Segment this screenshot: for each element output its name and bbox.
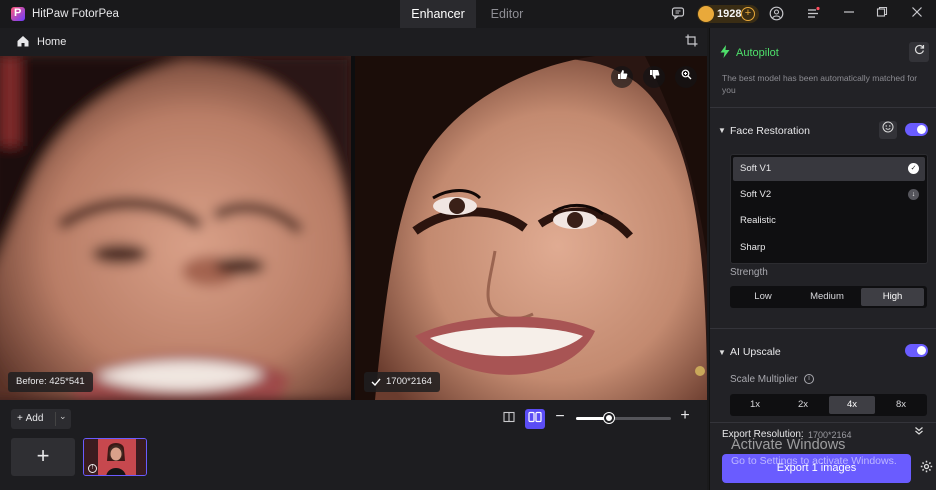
after-photo	[355, 56, 707, 400]
crop-icon[interactable]	[685, 34, 699, 48]
info-icon[interactable]: i	[804, 374, 814, 384]
model-option-sharp[interactable]: Sharp	[733, 236, 925, 260]
menu-icon[interactable]	[805, 6, 821, 22]
scale-selector: 1x 2x 4x 8x	[730, 394, 927, 416]
scale-option-4x[interactable]: 4x	[829, 396, 875, 414]
thumbs-up-icon[interactable]	[611, 66, 633, 88]
scale-option-8x[interactable]: 8x	[878, 396, 924, 414]
add-button-separator	[55, 412, 56, 426]
refresh-icon[interactable]	[909, 42, 929, 62]
check-icon	[371, 378, 381, 386]
split-view-icon[interactable]	[525, 409, 545, 429]
close-icon[interactable]	[909, 6, 925, 22]
download-icon[interactable]: ↓	[908, 189, 919, 200]
model-option-label: Sharp	[740, 242, 766, 253]
image-thumbnail[interactable]: !	[83, 438, 147, 476]
model-option-label: Soft V2	[740, 189, 772, 200]
coin-balance-badge[interactable]: 1928 +	[697, 5, 759, 23]
toolbar: Home	[0, 28, 707, 56]
add-coin-icon[interactable]: +	[741, 7, 755, 21]
app-logo-icon	[11, 7, 25, 21]
home-icon[interactable]	[16, 34, 30, 48]
activate-windows-watermark: Activate Windows Go to Settings to activ…	[731, 437, 936, 467]
chat-icon[interactable]	[670, 6, 686, 22]
minimize-icon[interactable]	[841, 6, 857, 22]
coin-icon	[698, 6, 714, 22]
info-icon[interactable]: !	[88, 464, 97, 473]
strength-label: Strength	[730, 267, 768, 278]
activate-windows-title: Activate Windows	[731, 437, 846, 453]
strength-selector: Low Medium High	[730, 286, 927, 308]
section-divider	[710, 328, 936, 329]
model-option-soft-v1[interactable]: Soft V1 ✓	[733, 157, 925, 181]
home-link[interactable]: Home	[37, 36, 66, 48]
restore-icon[interactable]	[874, 6, 890, 22]
strength-option-high[interactable]: High	[861, 288, 924, 306]
model-option-label: Realistic	[740, 215, 776, 226]
app-name: HitPaw FotorPea	[32, 8, 119, 20]
after-resolution-tag: 1700*2164	[364, 372, 440, 392]
face-restoration-toggle[interactable]	[905, 123, 928, 136]
model-option-label: Soft V1	[740, 163, 772, 174]
thumbs-down-icon[interactable]	[643, 66, 665, 88]
settings-panel: Autopilot The best model has been automa…	[709, 28, 936, 490]
face-model-list: Soft V1 ✓ Soft V2 ↓ Realistic Sharp	[730, 154, 928, 264]
after-resolution-label: 1700*2164	[386, 376, 432, 387]
before-resolution-tag: Before: 425*541	[8, 372, 93, 392]
coin-count: 1928	[717, 8, 742, 20]
bottom-strip: + Add ⌄ + ! − +	[0, 400, 707, 490]
zoom-icon[interactable]	[675, 66, 697, 88]
add-button-label: + Add	[17, 413, 44, 424]
zoom-out-button[interactable]: −	[554, 408, 566, 426]
chevron-down-icon[interactable]: ▼	[718, 126, 726, 135]
face-restoration-title[interactable]: Face Restoration	[730, 125, 810, 137]
tab-enhancer[interactable]: Enhancer	[400, 0, 476, 28]
zoom-slider-handle[interactable]	[604, 413, 615, 423]
scale-option-1x[interactable]: 1x	[732, 396, 778, 414]
add-image-tile[interactable]: +	[11, 438, 75, 476]
zoom-slider[interactable]	[576, 413, 671, 423]
chevron-down-icon[interactable]: ▼	[718, 348, 726, 357]
tab-editor[interactable]: Editor	[478, 0, 536, 28]
strength-option-medium[interactable]: Medium	[796, 288, 858, 306]
zoom-in-button[interactable]: +	[679, 407, 691, 425]
face-icon[interactable]	[879, 121, 897, 139]
account-icon[interactable]	[768, 6, 784, 22]
check-circle-icon: ✓	[908, 163, 919, 174]
strength-option-low[interactable]: Low	[732, 288, 794, 306]
before-photo	[0, 56, 351, 400]
chevron-down-icon[interactable]: ⌄	[59, 411, 67, 422]
ai-upscale-title[interactable]: AI Upscale	[730, 346, 781, 358]
add-button[interactable]: + Add ⌄	[11, 409, 71, 429]
model-option-soft-v2[interactable]: Soft V2 ↓	[733, 183, 925, 207]
image-viewer[interactable]: Before: 425*541 1700*2164	[0, 56, 707, 400]
activate-windows-subtitle: Go to Settings to activate Windows.	[731, 455, 897, 467]
autopilot-title: Autopilot	[736, 47, 779, 59]
scale-multiplier-label: Scale Multiplier	[730, 374, 798, 385]
scale-option-2x[interactable]: 2x	[780, 396, 826, 414]
title-bar: HitPaw FotorPea Enhancer Editor 1928 +	[0, 0, 936, 28]
section-divider	[710, 422, 936, 423]
single-view-icon[interactable]	[499, 409, 519, 429]
model-option-realistic[interactable]: Realistic	[733, 209, 925, 233]
autopilot-description: The best model has been automatically ma…	[722, 73, 918, 95]
ai-upscale-toggle[interactable]	[905, 344, 928, 357]
after-image: 1700*2164	[355, 56, 707, 400]
lightning-icon	[720, 45, 730, 61]
before-image: Before: 425*541	[0, 56, 351, 400]
section-divider	[710, 107, 936, 108]
